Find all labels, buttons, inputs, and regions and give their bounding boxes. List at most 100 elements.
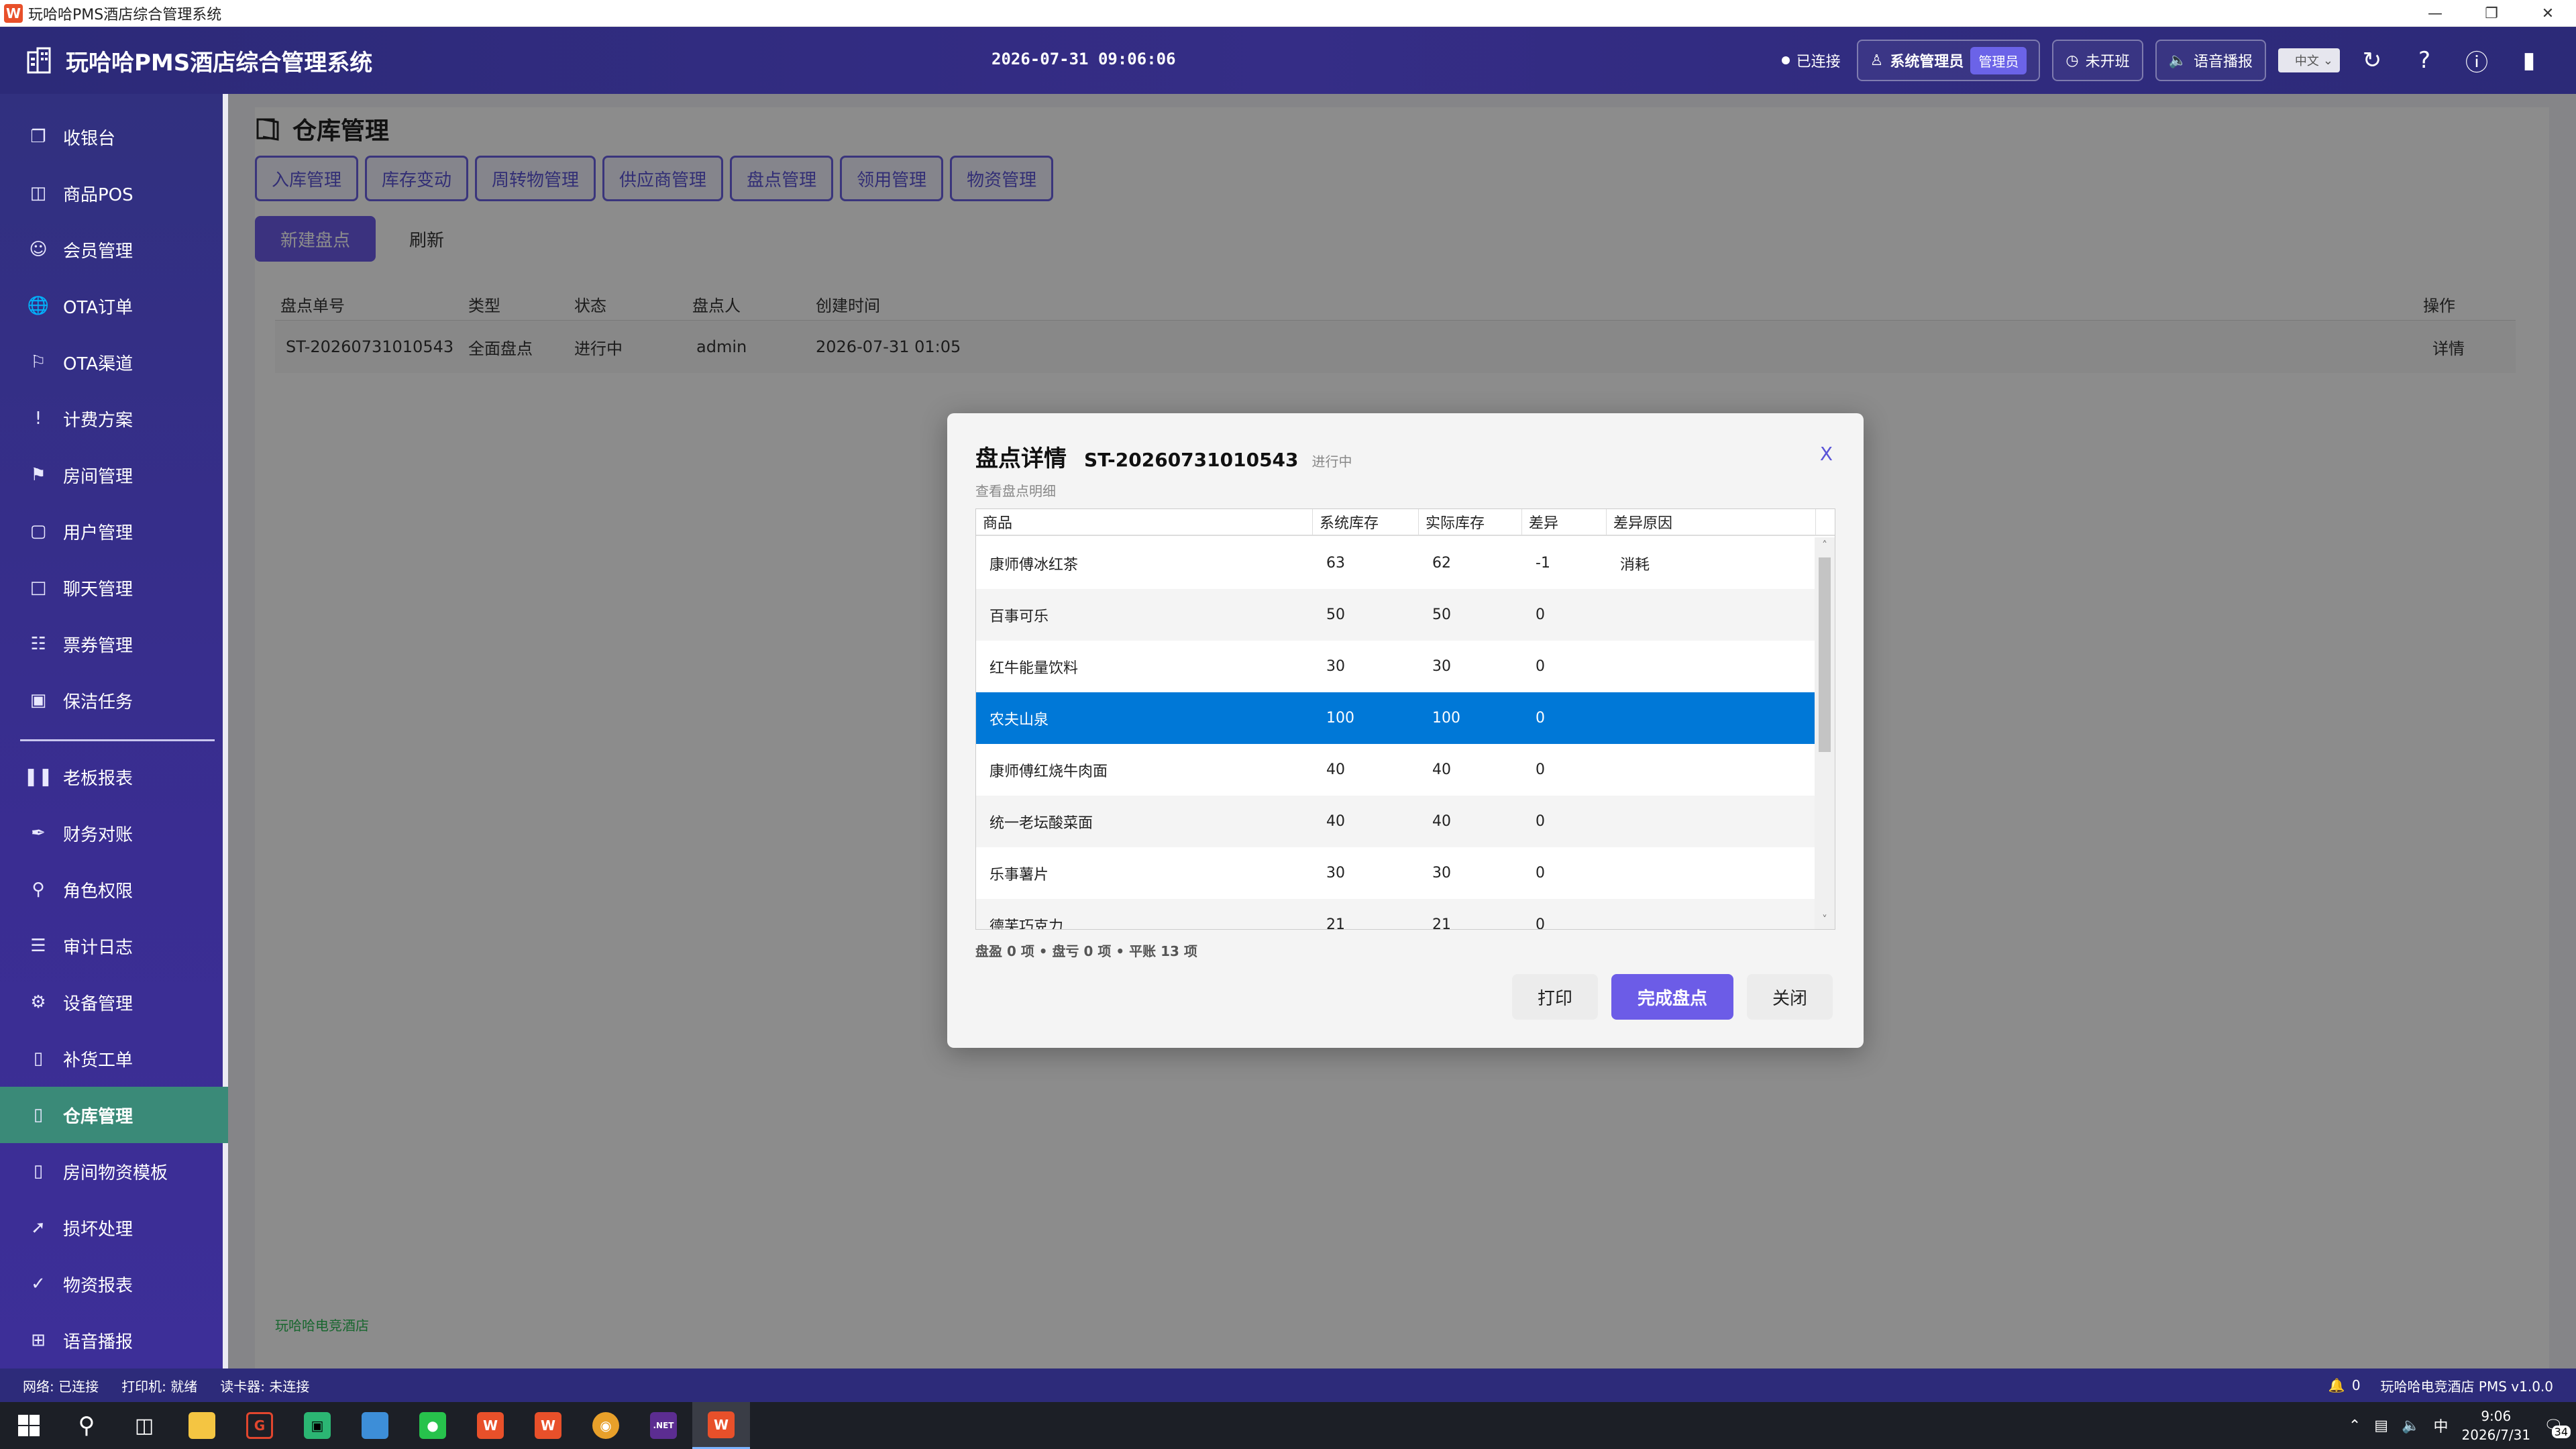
dialog-header: 盘点详情 ST-20260731010543 进行中: [975, 440, 1352, 473]
shift-button[interactable]: ◷ 未开班: [2052, 40, 2143, 81]
clock-icon: ◷: [2065, 52, 2079, 69]
cell-product: 德芙巧克力: [989, 918, 1064, 930]
close-dialog-button[interactable]: 关闭: [1746, 974, 1833, 1020]
sidebar-item-devices[interactable]: ⚙ 设备管理: [0, 974, 228, 1030]
start-button[interactable]: [0, 1402, 58, 1449]
help-icon[interactable]: ?: [2404, 40, 2445, 80]
volume-icon[interactable]: 🔈: [2402, 1417, 2420, 1434]
chevron-up-icon[interactable]: ⌃: [2349, 1417, 2361, 1434]
column-header[interactable]: 系统库存: [1313, 509, 1419, 535]
flag-icon: ⚐: [30, 352, 46, 372]
grid-row[interactable]: 百事可乐 50 50 0: [976, 589, 1815, 641]
list-icon: ☰: [30, 936, 46, 956]
complete-stocktake-button[interactable]: 完成盘点: [1611, 974, 1733, 1020]
language-select[interactable]: 中文 ⌄: [2278, 48, 2340, 72]
sidebar-item-members[interactable]: ☺ 会员管理: [0, 221, 228, 278]
column-header[interactable]: 商品: [976, 509, 1313, 535]
ime-indicator[interactable]: 中: [2433, 1415, 2448, 1436]
sidebar-item-tickets[interactable]: ☷ 票券管理: [0, 616, 228, 672]
sidebar-item-cleaning[interactable]: ▣ 保洁任务: [0, 672, 228, 729]
grid-row[interactable]: 康师傅冰红茶 63 62 -1 消耗: [976, 537, 1815, 589]
box-icon: ▯: [33, 1049, 44, 1069]
sidebar-item-label: 设备管理: [63, 994, 133, 1014]
close-icon[interactable]: X: [1820, 443, 1833, 465]
taskbar-app[interactable]: [346, 1402, 404, 1449]
box-icon: ▯: [33, 1105, 44, 1125]
sidebar-item-chat[interactable]: □ 聊天管理: [0, 559, 228, 616]
user-button[interactable]: ♙ 系统管理员 管理员: [1856, 40, 2041, 81]
column-header[interactable]: 差异: [1522, 509, 1607, 535]
cell-system-stock: 21: [1326, 916, 1345, 930]
device-icon[interactable]: ▮: [2509, 40, 2549, 80]
sidebar-item-label: 角色权限: [63, 881, 133, 902]
print-button[interactable]: 打印: [1511, 974, 1598, 1020]
task-view-button[interactable]: ◫: [115, 1402, 173, 1449]
sidebar-item-billing[interactable]: ! 计费方案: [0, 390, 228, 447]
info-icon[interactable]: ⓘ: [2457, 40, 2497, 80]
cell-actual-stock: 40: [1432, 761, 1451, 778]
cell-system-stock: 50: [1326, 606, 1345, 623]
sidebar-item-users[interactable]: ▢ 用户管理: [0, 503, 228, 559]
speaker-icon: 🔈: [2168, 52, 2187, 69]
scroll-down-icon[interactable]: ˅: [1815, 913, 1835, 929]
grid-scrollbar[interactable]: ˄ ˅: [1815, 537, 1835, 929]
chip-icon: ▣: [30, 690, 47, 710]
sidebar-item-label: 审计日志: [63, 937, 133, 958]
taskbar-clock[interactable]: 9:06 2026/7/31: [2462, 1407, 2531, 1444]
column-header[interactable]: 实际库存: [1419, 509, 1522, 535]
close-window-button[interactable]: ✕: [2520, 0, 2576, 27]
grid-row[interactable]: 德芙巧克力 21 21 0: [976, 899, 1815, 930]
sidebar-item-ota-orders[interactable]: 🌐 OTA订单: [0, 278, 228, 334]
sidebar-item-restock[interactable]: ▯ 补货工单: [0, 1030, 228, 1087]
sidebar-item-supply-report[interactable]: ✓ 物资报表: [0, 1256, 228, 1312]
grid-row[interactable]: 乐事薯片 30 30 0: [976, 847, 1815, 899]
sidebar-item-audit[interactable]: ☰ 审计日志: [0, 918, 228, 974]
scroll-up-icon[interactable]: ˄: [1815, 539, 1835, 555]
grid-row[interactable]: 红牛能量饮料 30 30 0: [976, 641, 1815, 692]
taskbar-app[interactable]: [173, 1402, 231, 1449]
sidebar-item-cashier[interactable]: ❐ 收银台: [0, 109, 228, 165]
sidebar-item-voice[interactable]: ⊞ 语音播报: [0, 1312, 228, 1368]
taskbar-app[interactable]: ●: [404, 1402, 462, 1449]
taskbar-app-active[interactable]: W: [692, 1402, 750, 1449]
grid-row[interactable]: 康师傅红烧牛肉面 40 40 0: [976, 744, 1815, 796]
search-icon: ⚲: [78, 1412, 95, 1439]
sidebar-item-warehouse[interactable]: ▯ 仓库管理: [0, 1087, 228, 1143]
bag-icon: ◫: [30, 183, 47, 203]
sidebar-item-boss-report[interactable]: ❚❚ 老板报表: [0, 749, 228, 805]
taskbar-app[interactable]: ◉: [577, 1402, 635, 1449]
sidebar-item-finance[interactable]: ✒ 财务对账: [0, 805, 228, 861]
sidebar-item-rooms[interactable]: ⚑ 房间管理: [0, 447, 228, 503]
user-name: 系统管理员: [1890, 54, 1964, 70]
sidebar-item-roles[interactable]: ⚲ 角色权限: [0, 861, 228, 918]
sidebar-item-ota-channels[interactable]: ⚐ OTA渠道: [0, 334, 228, 390]
column-header[interactable]: 差异原因: [1607, 509, 1816, 535]
taskbar-app[interactable]: ▣: [288, 1402, 346, 1449]
globe-icon: 🌐: [27, 296, 50, 316]
voice-button[interactable]: 🔈 语音播报: [2155, 40, 2266, 81]
notification-center-icon[interactable]: 🗨 34: [2544, 1417, 2571, 1438]
sidebar-item-room-template[interactable]: ▯ 房间物资模板: [0, 1143, 228, 1199]
bell-icon[interactable]: 🔔: [2328, 1377, 2345, 1393]
wrench-icon: ➚: [31, 1218, 46, 1238]
sidebar-item-label: 损坏处理: [63, 1219, 133, 1240]
taskbar-app[interactable]: .NET: [635, 1402, 692, 1449]
taskbar-app[interactable]: W: [462, 1402, 519, 1449]
cell-reason: 消耗: [1620, 556, 1650, 574]
box-icon: ▯: [33, 1161, 44, 1181]
refresh-icon[interactable]: ↻: [2352, 40, 2392, 80]
taskbar-app[interactable]: G: [231, 1402, 288, 1449]
network-icon[interactable]: ▤: [2374, 1417, 2388, 1434]
sidebar-item-damage[interactable]: ➚ 损坏处理: [0, 1199, 228, 1256]
taskbar-search[interactable]: ⚲: [58, 1402, 115, 1449]
stocktake-summary: 盘盈 0 项 • 盘亏 0 项 • 平账 13 项: [975, 943, 1197, 959]
sidebar-item-pos[interactable]: ◫ 商品POS: [0, 165, 228, 221]
app-header: 玩哈哈PMS酒店综合管理系统 2026-07-31 09:06:06 已连接 ♙…: [0, 27, 2576, 94]
scrollbar-thumb[interactable]: [1819, 557, 1831, 752]
taskbar-app[interactable]: W: [519, 1402, 577, 1449]
grid-row-selected[interactable]: 农夫山泉 100 100 0: [976, 692, 1815, 744]
cell-system-stock: 30: [1326, 658, 1345, 675]
minimize-button[interactable]: —: [2407, 0, 2463, 27]
grid-row[interactable]: 统一老坛酸菜面 40 40 0: [976, 796, 1815, 847]
restore-button[interactable]: ❐: [2463, 0, 2520, 27]
